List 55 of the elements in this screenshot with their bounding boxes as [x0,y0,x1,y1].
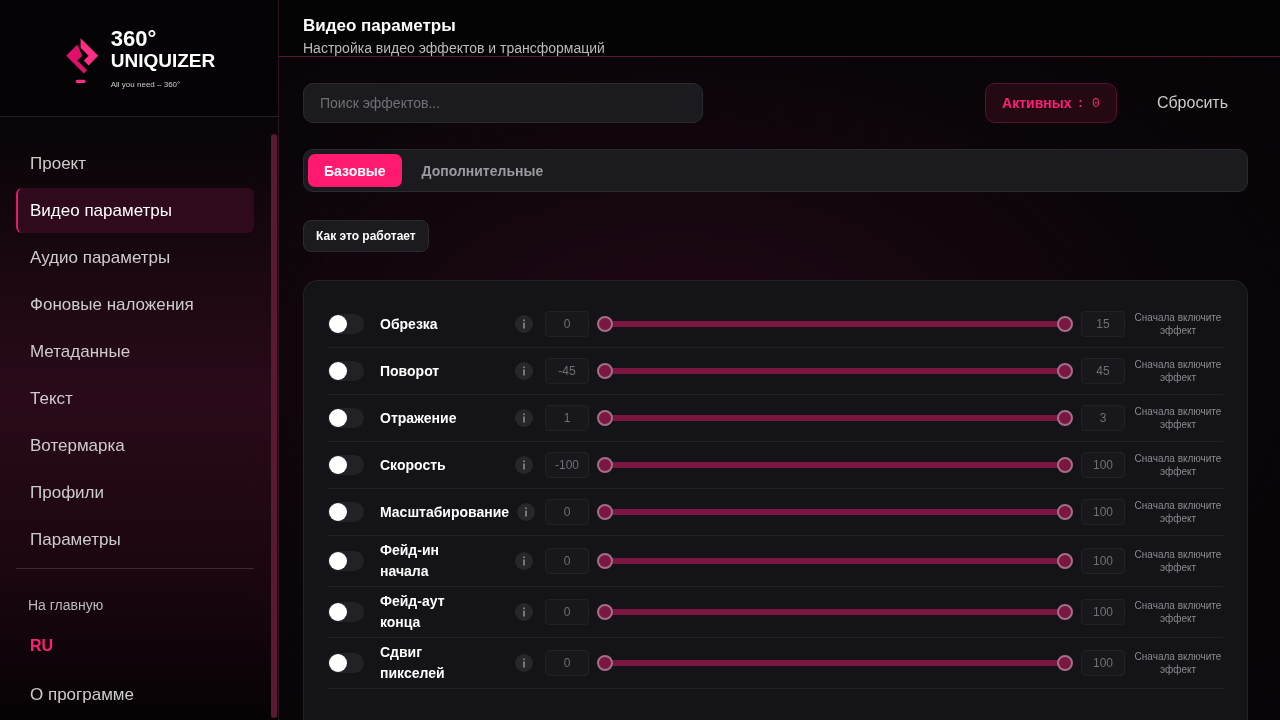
sidebar-item[interactable]: Аудио параметры [16,235,254,280]
sidebar-item[interactable]: Вотермарка [16,423,254,468]
tab[interactable]: Базовые [308,154,402,187]
effect-hint: Сначала включите эффект [1133,311,1223,337]
tab[interactable]: Дополнительные [405,154,560,187]
effect-hint: Сначала включите эффект [1133,650,1223,676]
effect-hint: Сначала включите эффект [1133,452,1223,478]
how-it-works-button[interactable]: Как это работает [303,220,429,252]
max-value: 15 [1081,311,1125,337]
min-value: -100 [545,452,589,478]
logo-name: UNIQUIZER [110,50,216,72]
min-value: -45 [545,358,589,384]
max-value: 100 [1081,599,1125,625]
effect-name: Поворот [380,361,440,381]
min-value: 0 [545,650,589,676]
min-value: 0 [545,499,589,525]
sidebar-item[interactable]: Профили [16,470,254,515]
about-link[interactable]: О программе [16,655,254,705]
effect-name: Масштабирование [380,502,510,522]
effect-name: Фейд-ин начала [380,541,440,581]
sidebar-item[interactable]: Текст [16,376,254,421]
sidebar-item[interactable]: Проект [16,141,254,186]
max-value: 100 [1081,650,1125,676]
effect-name: Отражение [380,408,457,428]
max-value: 100 [1081,548,1125,574]
min-value: 0 [545,311,589,337]
max-value: 100 [1081,499,1125,525]
sidebar-item[interactable]: Параметры [16,517,254,562]
effect-hint: Сначала включите эффект [1133,358,1223,384]
sidebar-item[interactable]: Метаданные [16,329,254,374]
sidebar-item[interactable]: Фоновые наложения [16,282,254,327]
min-value: 0 [545,599,589,625]
max-value: 100 [1081,452,1125,478]
reset-button[interactable]: Сбросить [1136,94,1248,112]
effect-hint: Сначала включите эффект [1133,499,1223,525]
effect-hint: Сначала включите эффект [1133,405,1223,431]
effect-hint: Сначала включите эффект [1133,599,1223,625]
sidebar-item[interactable]: Видео параметры [16,188,254,233]
min-value: 0 [545,548,589,574]
effect-hint: Сначала включите эффект [1133,548,1223,574]
max-value: 45 [1081,358,1125,384]
page-subtitle: Настройка видео эффектов и трансформаций [303,40,606,56]
max-value: 3 [1081,405,1125,431]
min-value: 1 [545,405,589,431]
page-title: Видео параметры [303,16,457,36]
effect-name: Сдвиг пикселей [380,643,446,683]
logo-tagline: All you need – 360° [110,80,182,89]
effect-name: Обрезка [380,314,438,334]
search-field[interactable]: Поиск эффектов... [303,83,703,123]
effect-name: Фейд-аут конца [380,592,446,632]
active-counter: Активных : 0 [985,83,1117,123]
home-link[interactable]: На главную [16,569,254,613]
effect-name: Скорость [380,455,446,475]
logo-title: 360° [110,28,158,50]
language-switch[interactable]: RU [16,613,68,655]
